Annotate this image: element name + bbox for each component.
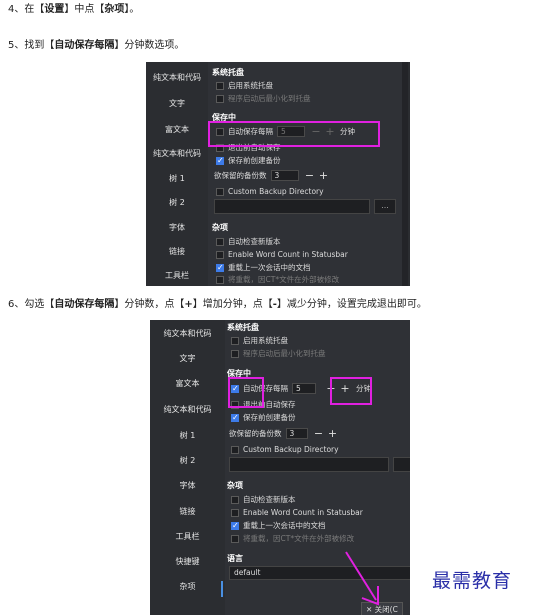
checkbox[interactable] <box>216 187 224 196</box>
step-5-text: 5、找到【自动保存每隔】分钟数选项。 <box>8 40 185 51</box>
watermark-text: 最需教育 <box>432 570 513 592</box>
sidebar-item[interactable]: 树 2 <box>146 197 208 209</box>
plus-minus-highlight <box>330 377 372 405</box>
checkbox[interactable] <box>231 495 239 504</box>
checkbox[interactable] <box>231 445 239 454</box>
checkbox[interactable] <box>231 534 239 543</box>
section-language: 语言 <box>227 554 243 563</box>
sidebar-item[interactable]: 字体 <box>150 480 225 492</box>
reload-option[interactable]: 重载上一次会话中的文档 <box>231 520 326 531</box>
sidebar-item[interactable]: 纯文本和代码 <box>150 328 225 340</box>
settings-screenshot-1: 纯文本和代码 文字 富文本 纯文本和代码 树 1 树 2 字体 链接 工具栏 系… <box>146 62 410 286</box>
reload-option[interactable]: 重载上一次会话中的文档 <box>216 262 311 273</box>
settings-sidebar: 纯文本和代码 文字 富文本 纯文本和代码 树 1 树 2 字体 链接 工具栏 快… <box>150 320 225 615</box>
checkbox[interactable] <box>231 520 239 531</box>
settings-content: 系统托盘 启用系统托盘 程序启动后最小化到托盘 保存中 自动保存每隔 5 − +… <box>208 62 402 286</box>
check-update-option[interactable]: 自动检查新版本 <box>216 236 281 247</box>
backup-count-input[interactable]: 3 <box>270 170 299 181</box>
browse-button[interactable] <box>393 457 410 472</box>
checkbox[interactable] <box>231 349 239 358</box>
sidebar-item[interactable]: 文字 <box>150 353 225 365</box>
custom-backup-option[interactable]: Custom Backup Directory <box>231 444 339 455</box>
section-misc: 杂项 <box>227 481 243 490</box>
word-count-option[interactable]: Enable Word Count in Statusbar <box>216 249 348 260</box>
scrollbar[interactable] <box>402 62 408 286</box>
autosave-minutes-input[interactable]: 5 <box>292 383 316 394</box>
custom-backup-option[interactable]: Custom Backup Directory <box>216 186 324 197</box>
check-update-option[interactable]: 自动检查新版本 <box>231 494 296 505</box>
sidebar-item-misc[interactable]: 杂项 <box>150 581 225 597</box>
minimize-option[interactable]: 程序启动后最小化到托盘 <box>216 93 311 104</box>
step-6-text: 6、勾选【自动保存每隔】分钟数，点【+】增加分钟，点【-】减少分钟，设置完成退出… <box>8 299 427 310</box>
checkbox[interactable] <box>216 237 224 246</box>
backup-count-row: 欲保留的备份数 3 − + <box>214 170 331 181</box>
minus-button[interactable]: − <box>312 428 326 439</box>
sidebar-item[interactable]: 富文本 <box>146 124 208 136</box>
word-count-option[interactable]: Enable Word Count in Statusbar <box>231 507 363 518</box>
sidebar-item[interactable]: 树 1 <box>150 430 225 442</box>
sidebar-item[interactable]: 纯文本和代码 <box>146 72 208 84</box>
sidebar-item[interactable]: 文字 <box>146 98 208 110</box>
sidebar-item[interactable]: 纯文本和代码 <box>150 404 225 416</box>
sidebar-item[interactable]: 工具栏 <box>146 270 208 282</box>
checkbox[interactable] <box>231 336 239 345</box>
backup-count-input[interactable]: 3 <box>285 428 308 439</box>
section-misc: 杂项 <box>212 223 228 232</box>
reload-note-option[interactable]: 将重载，因CT*文件在外部被修改 <box>216 274 339 285</box>
sidebar-item[interactable]: 纯文本和代码 <box>146 148 208 160</box>
minus-button[interactable]: − <box>303 170 317 181</box>
checkbox[interactable] <box>231 412 239 423</box>
backup-count-row: 欲保留的备份数 3 − + <box>229 428 340 439</box>
tray-option[interactable]: 启用系统托盘 <box>231 335 288 346</box>
tray-option[interactable]: 启用系统托盘 <box>216 80 273 91</box>
sidebar-item[interactable]: 链接 <box>146 246 208 258</box>
backup-directory-input[interactable] <box>214 199 370 214</box>
sidebar-item[interactable]: 树 1 <box>146 173 208 185</box>
backup-option[interactable]: 保存前创建备份 <box>231 412 296 423</box>
checkbox[interactable] <box>216 262 224 273</box>
checkbox[interactable] <box>216 250 224 259</box>
plus-button[interactable]: + <box>326 428 340 439</box>
minimize-option[interactable]: 程序启动后最小化到托盘 <box>231 348 326 359</box>
autosave-checkbox-highlight <box>228 377 264 408</box>
browse-button[interactable]: ... <box>374 199 396 214</box>
autosave-highlight-box <box>208 121 380 147</box>
sidebar-item[interactable]: 快捷键 <box>150 556 225 568</box>
sidebar-item[interactable]: 富文本 <box>150 378 225 390</box>
checkbox[interactable] <box>216 155 224 166</box>
backup-option[interactable]: 保存前创建备份 <box>216 155 281 166</box>
section-system-tray: 系统托盘 <box>227 323 259 332</box>
sidebar-item[interactable]: 链接 <box>150 506 225 518</box>
backup-directory-input[interactable] <box>229 457 389 472</box>
section-system-tray: 系统托盘 <box>212 68 244 77</box>
sidebar-item[interactable]: 树 2 <box>150 455 225 467</box>
arrow-icon <box>345 551 379 606</box>
sidebar-item[interactable]: 工具栏 <box>150 531 225 543</box>
plus-button[interactable]: + <box>317 170 331 181</box>
checkbox[interactable] <box>231 508 239 517</box>
settings-sidebar: 纯文本和代码 文字 富文本 纯文本和代码 树 1 树 2 字体 链接 工具栏 <box>146 62 208 286</box>
checkbox[interactable] <box>216 275 224 284</box>
reload-note-option[interactable]: 将重载，因CT*文件在外部被修改 <box>231 533 354 544</box>
checkbox[interactable] <box>216 81 224 90</box>
step-4-text: 4、在【设置】中点【杂项】。 <box>8 4 140 15</box>
checkbox[interactable] <box>216 94 224 103</box>
sidebar-item[interactable]: 字体 <box>146 222 208 234</box>
